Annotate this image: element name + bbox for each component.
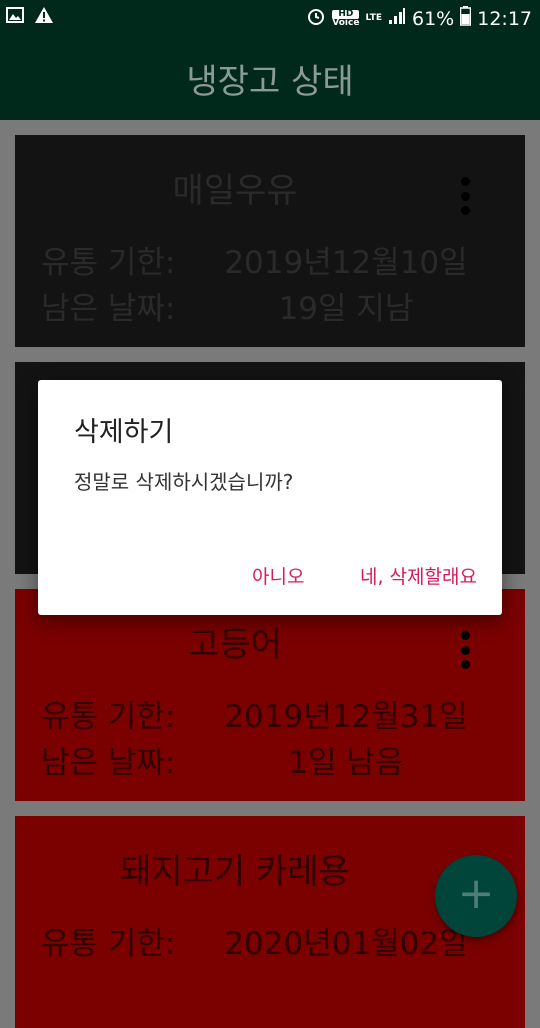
add-item-button[interactable]: +	[435, 855, 517, 937]
delete-confirm-dialog: 삭제하기 정말로 삭제하시겠습니까? 아니오 네, 삭제할래요	[38, 380, 502, 615]
plus-icon: +	[457, 868, 495, 919]
status-time: 12:17	[477, 7, 532, 30]
remaining-label: 남은 날짜:	[41, 745, 176, 781]
expiry-date: 2019년12월10일	[224, 245, 468, 281]
dialog-title: 삭제하기	[74, 417, 174, 448]
page-title: 냉장고 상태	[186, 61, 354, 102]
dialog-message: 정말로 삭제하시겠습니까?	[74, 470, 294, 494]
voice-label: Voice	[332, 17, 360, 28]
battery-percent: 61%	[412, 7, 455, 30]
remaining-row: 남은 날짜: 19일 지남	[41, 283, 481, 328]
status-bar: HD Voice LTE 61% 12:17	[0, 0, 540, 36]
fridge-item-card[interactable]: 매일우유 유통 기한: 2019년12월10일 남은 날짜: 19일 지남	[15, 135, 525, 347]
cancel-button[interactable]: 아니오	[252, 562, 304, 589]
expiry-row: 유통 기한: 2020년01월02일	[41, 918, 481, 963]
item-name: 매일우유	[172, 171, 298, 211]
expiry-row: 유통 기한: 2019년12월10일	[41, 237, 481, 282]
confirm-delete-button[interactable]: 네, 삭제할래요	[360, 562, 477, 589]
more-options-icon[interactable]	[460, 177, 470, 215]
alarm-icon	[306, 6, 326, 31]
remaining-row: 남은 날짜: 1일 남음	[41, 737, 481, 782]
expiry-label: 유통 기한:	[41, 926, 176, 962]
item-name: 고등어	[188, 625, 282, 665]
more-options-icon[interactable]	[460, 631, 470, 669]
battery-icon	[459, 6, 472, 31]
app-bar: 냉장고 상태	[0, 36, 540, 120]
lte-label: LTE	[365, 13, 382, 23]
expiry-label: 유통 기한:	[41, 245, 176, 281]
expiry-label: 유통 기한:	[41, 699, 176, 735]
expiry-row: 유통 기한: 2019년12월31일	[41, 691, 481, 736]
expiry-date: 2019년12월31일	[224, 699, 468, 735]
remaining-days: 19일 지남	[278, 291, 414, 327]
gallery-icon	[6, 6, 24, 29]
remaining-days: 1일 남음	[288, 745, 404, 781]
expiry-date: 2020년01월02일	[224, 926, 468, 962]
warning-icon	[34, 6, 54, 29]
fridge-item-card[interactable]: 고등어 유통 기한: 2019년12월31일 남은 날짜: 1일 남음	[15, 589, 525, 801]
remaining-label: 남은 날짜:	[41, 291, 176, 327]
item-name: 돼지고기 카레용	[120, 852, 350, 892]
hd-voice-indicator: HD Voice	[332, 9, 360, 28]
signal-icon	[388, 7, 406, 30]
